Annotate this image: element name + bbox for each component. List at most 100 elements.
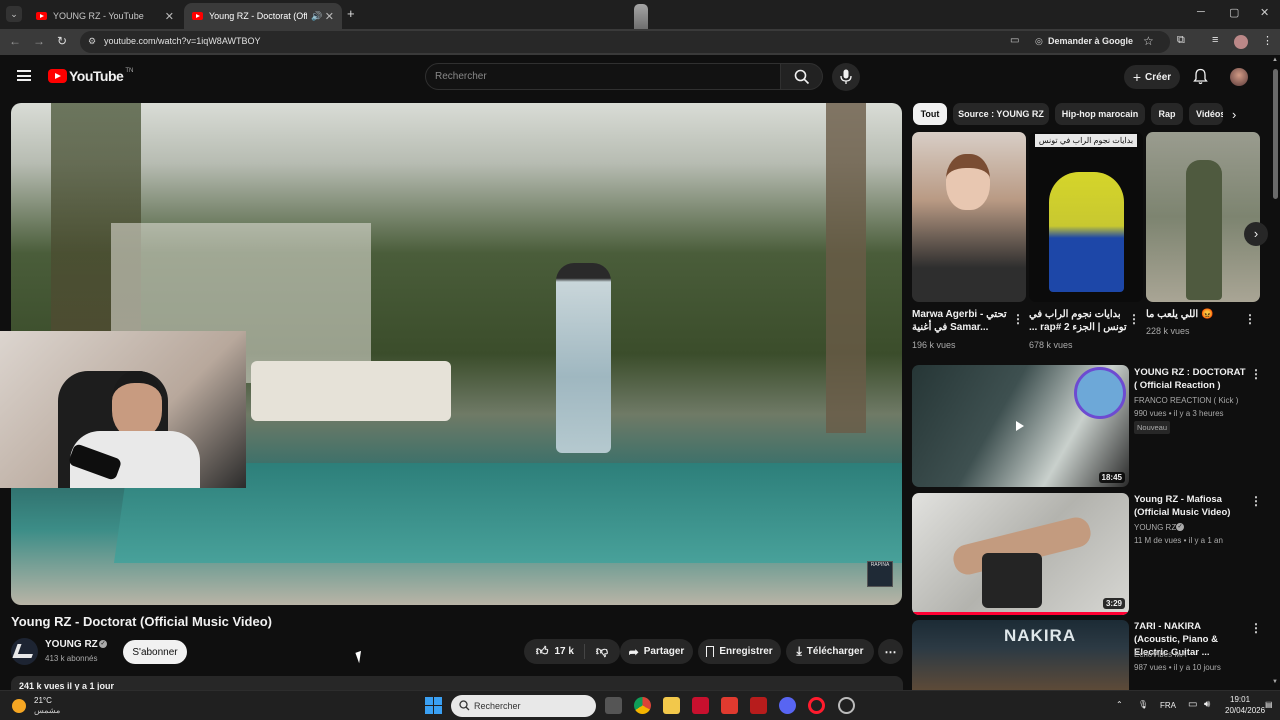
close-window-icon[interactable]: ✕: [1260, 6, 1269, 19]
chrome-icon[interactable]: [634, 697, 651, 714]
notifications-bell-icon[interactable]: [1193, 68, 1208, 90]
page-scrollbar[interactable]: ▲ ▼: [1271, 55, 1280, 690]
youtube-favicon-icon: [192, 12, 203, 20]
clock-time[interactable]: 19:01: [1230, 695, 1250, 704]
maximize-window-icon[interactable]: ▢: [1229, 6, 1239, 19]
reload-icon[interactable]: ↻: [57, 34, 67, 48]
clock-date[interactable]: 20/04/2026: [1225, 706, 1265, 715]
scrollbar-thumb[interactable]: [1273, 69, 1278, 199]
short-2-person: [1049, 172, 1124, 292]
tab-title: Young RZ - Doctorat (Offici: [209, 11, 307, 21]
input-language[interactable]: FRA: [1160, 701, 1176, 710]
chip-hip-hop-marocain[interactable]: Hip-hop marocain: [1055, 103, 1145, 125]
hamburger-menu-icon[interactable]: [17, 70, 31, 81]
short-thumbnail-2[interactable]: بدايات نجوم الراب في تونس: [1029, 132, 1143, 302]
chip-all[interactable]: Tout: [913, 103, 947, 125]
recommendation-3-menu-icon[interactable]: ⋮: [1250, 621, 1262, 635]
short-thumbnail-3[interactable]: [1146, 132, 1260, 302]
save-button[interactable]: Enregistrer: [698, 639, 781, 664]
voice-search-button[interactable]: [832, 63, 860, 91]
site-info-icon[interactable]: ⚙: [88, 36, 96, 47]
recommendation-1-channel[interactable]: FRANCO REACTION ( Kick ): [1134, 394, 1238, 407]
close-tab-icon[interactable]: ✕: [325, 10, 334, 23]
recommendation-2-meta: 11 M de vues • il y a 1 an: [1134, 536, 1223, 545]
google-lens-icon: ◎: [1035, 36, 1043, 46]
search-button[interactable]: [781, 63, 823, 90]
short-thumbnail-1[interactable]: [912, 132, 1026, 302]
shorts-next-chevron-icon[interactable]: ›: [1244, 222, 1268, 246]
short-2-overlay-text: بدايات نجوم الراب في تونس: [1035, 134, 1137, 147]
tab-doctorat-video[interactable]: Young RZ - Doctorat (Offici 🔊 ✕: [184, 3, 342, 29]
tab-young-rz-channel[interactable]: YOUNG RZ - YouTube ✕: [28, 3, 182, 29]
dislike-button[interactable]: 👎︎: [590, 644, 608, 659]
short-3-menu-icon[interactable]: ⋮: [1244, 312, 1256, 326]
share-label: Partager: [643, 646, 685, 657]
task-view-icon[interactable]: [605, 697, 622, 714]
more-actions-button[interactable]: ⋯: [878, 639, 903, 664]
share-button[interactable]: ➦ Partager: [620, 639, 693, 664]
profile-avatar[interactable]: [1234, 35, 1248, 49]
address-bar[interactable]: ⚙ youtube.com/watch?v=1iqW8AWTBOY ▭ ◎ De…: [80, 31, 1170, 53]
extensions-icon[interactable]: ⧉: [1177, 34, 1185, 47]
account-avatar[interactable]: [1230, 68, 1248, 86]
short-2-title[interactable]: بدايات نجوم الراب في تونس | الجزء 2 #rap…: [1029, 308, 1129, 334]
weather-widget[interactable]: 21°C مشمس: [12, 696, 82, 716]
channel-avatar[interactable]: [11, 638, 38, 665]
show-hidden-icons-chevron[interactable]: ⌃: [1116, 700, 1123, 709]
file-explorer-icon[interactable]: [663, 697, 680, 714]
media-control-icon[interactable]: ≡: [1212, 34, 1218, 46]
settings-icon[interactable]: [838, 697, 855, 714]
description-box[interactable]: 241 k vues il y a 1 jour: [11, 676, 903, 690]
channel-name[interactable]: YOUNG RZ: [45, 639, 98, 650]
microphone-tray-icon[interactable]: 🎙︎: [1138, 700, 1148, 709]
adobe-app-icon[interactable]: [692, 697, 709, 714]
media-app-icon[interactable]: [750, 697, 767, 714]
chip-videos[interactable]: Vidéos: [1189, 103, 1223, 125]
forward-icon[interactable]: →: [33, 34, 45, 48]
recommendation-1-menu-icon[interactable]: ⋮: [1250, 367, 1262, 381]
recommendation-1-title[interactable]: YOUNG RZ : DOCTORAT ( Official Reaction …: [1134, 366, 1246, 392]
close-tab-icon[interactable]: ✕: [165, 10, 174, 23]
new-tab-button[interactable]: +: [347, 6, 355, 21]
url-text: youtube.com/watch?v=1iqW8AWTBOY: [104, 36, 261, 46]
share-arrow-icon: ➦: [628, 644, 639, 659]
recommendation-2-title[interactable]: Young RZ - Mafiosa (Official Music Video…: [1134, 493, 1246, 519]
short-1-title[interactable]: Marwa Agerbi - تحتي في أغنية Samar...: [912, 308, 1012, 334]
like-button[interactable]: 👍︎ 17 k: [536, 644, 585, 659]
search-input[interactable]: Rechercher: [425, 63, 781, 90]
minimize-window-icon[interactable]: ─: [1197, 6, 1205, 18]
subscribe-button[interactable]: S'abonner: [123, 640, 187, 664]
short-1-menu-icon[interactable]: ⋮: [1012, 312, 1024, 326]
scroll-down-arrow-icon[interactable]: ▼: [1272, 679, 1278, 685]
download-button[interactable]: ⤓ Télécharger: [786, 639, 874, 664]
network-icon[interactable]: ▭: [1188, 699, 1197, 710]
recommendation-2-thumbnail[interactable]: 3:29: [912, 493, 1129, 615]
opera-icon[interactable]: [808, 697, 825, 714]
create-button[interactable]: + Créer: [1124, 65, 1180, 89]
short-3-title[interactable]: 😡 اللي يلعب ما يخترش: [1146, 308, 1246, 321]
red-app-icon[interactable]: [721, 697, 738, 714]
bookmark-star-icon[interactable]: ☆: [1143, 34, 1154, 48]
discord-icon[interactable]: [779, 697, 796, 714]
windows-start-icon[interactable]: [425, 697, 442, 714]
chips-next-chevron-icon[interactable]: ›: [1232, 107, 1236, 122]
recommendation-2-menu-icon[interactable]: ⋮: [1250, 494, 1262, 508]
tab-search-button[interactable]: ⌄: [6, 6, 22, 22]
youtube-logo[interactable]: YouTube TN: [48, 68, 133, 84]
volume-icon[interactable]: 🔊︎: [1204, 699, 1210, 710]
recommendation-3-thumbnail[interactable]: NAKIRA: [912, 620, 1129, 690]
recommendation-3-channel[interactable]: EchoVibes MA: [1134, 648, 1186, 661]
scroll-up-arrow-icon[interactable]: ▲: [1272, 57, 1278, 63]
recommendation-1-thumbnail[interactable]: 18:45: [912, 365, 1129, 487]
ask-google-button[interactable]: Demander à Google: [1048, 36, 1133, 46]
chip-source-young-rz[interactable]: Source : YOUNG RZ: [953, 103, 1049, 125]
chrome-menu-icon[interactable]: ⋮: [1262, 34, 1273, 47]
recommendation-2-channel[interactable]: YOUNG RZ: [1134, 521, 1176, 534]
back-icon[interactable]: ←: [9, 34, 21, 48]
audio-playing-icon[interactable]: 🔊: [311, 11, 322, 22]
notification-center-icon[interactable]: ▤: [1265, 700, 1273, 709]
chip-rap[interactable]: Rap: [1151, 103, 1183, 125]
cast-icon[interactable]: ▭: [1010, 35, 1019, 46]
short-2-menu-icon[interactable]: ⋮: [1128, 312, 1140, 326]
taskbar-search-input[interactable]: Rechercher: [451, 695, 596, 717]
